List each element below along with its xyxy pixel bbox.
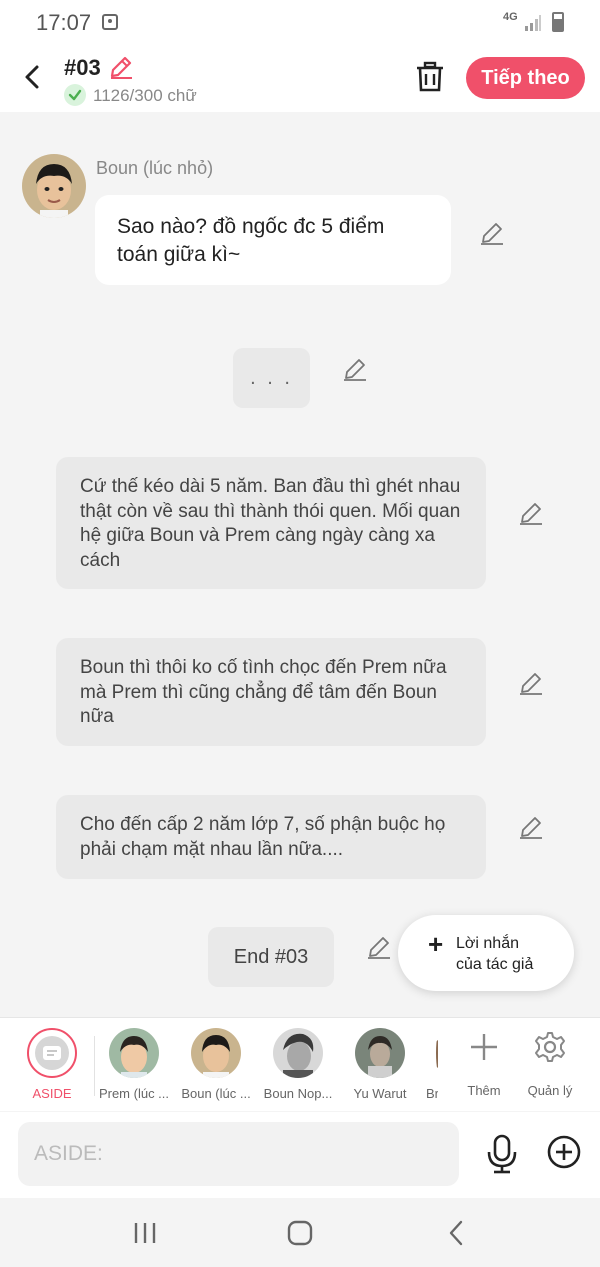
character-name: Br [426,1086,438,1101]
trash-icon[interactable] [413,60,447,94]
add-character-button[interactable]: Thêm [454,1030,514,1098]
microphone-icon[interactable] [484,1134,520,1174]
character-name: Boun (lúc ... [181,1086,251,1101]
ellipsis-bubble[interactable]: . . . [233,348,310,408]
network-type: 4G [503,11,518,23]
author-note-button[interactable]: + Lời nhắn của tác giả [398,915,574,991]
narration-bubble[interactable]: Cứ thế kéo dài 5 năm. Ban đầu thì ghét n… [56,457,486,589]
character-avatar [273,1028,323,1078]
edit-title-pencil-icon[interactable] [108,54,134,80]
status-bar: 17:07 4G [0,0,600,44]
character-count: 1126/300 chữ [93,86,197,105]
character-name: Boun Nop... [263,1086,333,1101]
dialogue-bubble[interactable]: Sao nào? đồ ngốc đc 5 điểm toán giữa kì~ [95,195,451,285]
character-avatar [355,1028,405,1078]
battery-icon [552,12,564,32]
aside-label: ASIDE [32,1086,72,1101]
manage-characters-button[interactable]: Quản lý [520,1030,580,1098]
edit-pencil-icon[interactable] [518,814,544,840]
signal-icon [525,15,541,31]
add-label: Thêm [467,1083,501,1098]
end-bubble[interactable]: End #03 [208,927,334,987]
author-note-label: Lời nhắn của tác giả [456,935,534,973]
narration-bubble[interactable]: Cho đến cấp 2 năm lớp 7, số phận buộc họ… [56,795,486,879]
gear-icon [535,1032,565,1062]
edit-pencil-icon[interactable] [518,500,544,526]
add-circle-icon[interactable] [546,1134,582,1170]
sender-name: Boun (lúc nhỏ) [96,158,214,178]
recent-apps-icon[interactable] [128,1216,162,1250]
back-icon[interactable] [440,1216,474,1250]
alarm-clock-icon [102,14,118,30]
check-circle-icon [64,84,86,106]
edit-pencil-icon[interactable] [366,934,392,960]
character-avatar [109,1028,159,1078]
aside-avatar [27,1028,77,1078]
episode-title: #03 [64,55,101,80]
home-icon[interactable] [283,1216,317,1250]
sender-avatar[interactable] [22,154,86,218]
character-avatar [436,1028,438,1078]
character-item[interactable]: Prem (lúc ... [94,1028,174,1101]
editor-header: #03 1126/300 chữ Tiếp theo [0,44,600,112]
manage-label: Quản lý [527,1083,573,1098]
aside-input[interactable] [18,1122,459,1186]
character-avatar [191,1028,241,1078]
edit-pencil-icon[interactable] [479,220,505,246]
character-item[interactable]: Boun (lúc ... [176,1028,256,1101]
character-aside[interactable]: ASIDE [12,1028,92,1101]
status-time: 17:07 [36,10,92,35]
edit-pencil-icon[interactable] [518,670,544,696]
character-name: Prem (lúc ... [98,1086,170,1101]
back-arrow-icon[interactable] [18,62,48,92]
edit-pencil-icon[interactable] [342,356,368,382]
narration-bubble[interactable]: Boun thì thôi ko cố tình chọc đến Prem n… [56,638,486,746]
character-bar: ASIDE Prem (lúc ... Boun (lúc ... Boun N… [0,1017,600,1111]
character-item[interactable]: Br [408,1028,438,1101]
plus-icon [471,1034,497,1060]
input-row [0,1112,600,1198]
character-item[interactable]: Boun Nop... [258,1028,338,1101]
plus-icon: + [428,929,444,959]
next-button[interactable]: Tiếp theo [466,57,585,99]
system-nav-bar [0,1198,600,1267]
